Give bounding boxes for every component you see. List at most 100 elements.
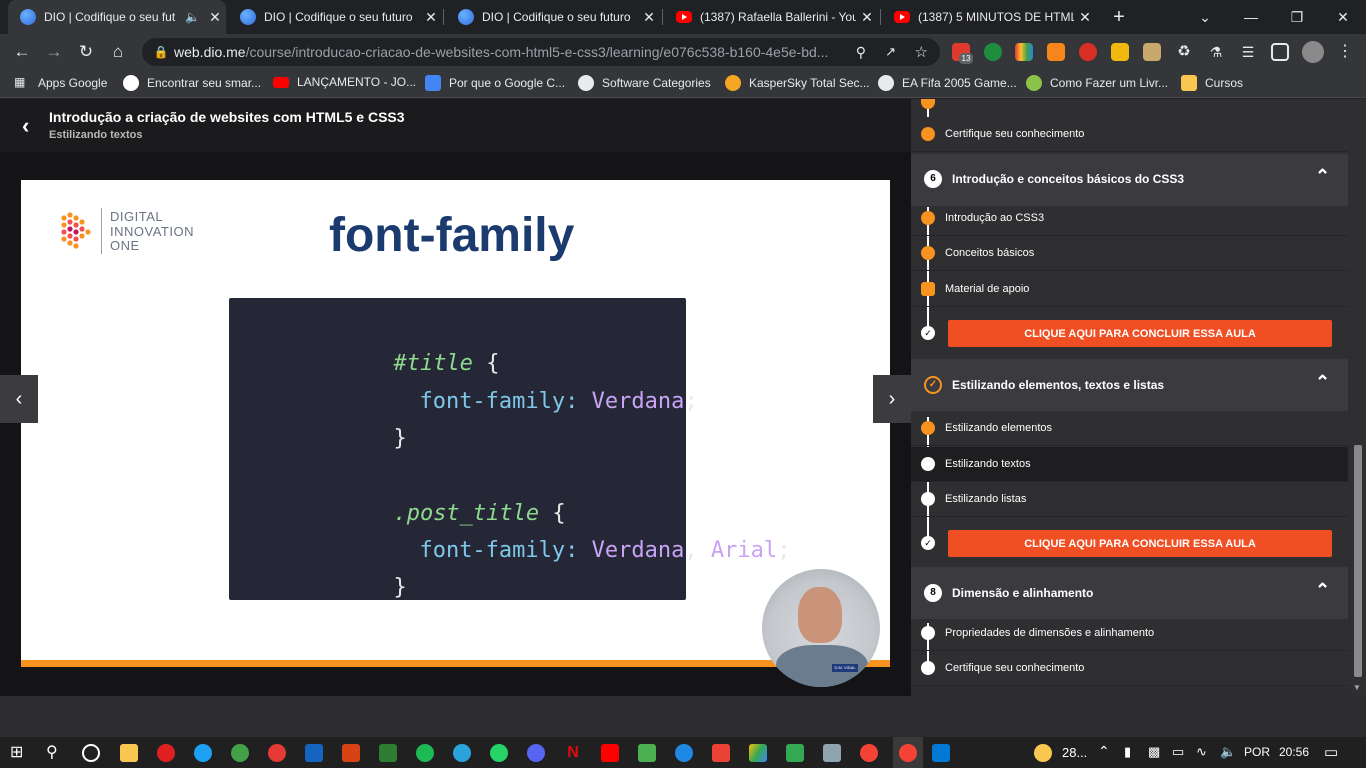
bookmark-apps-google[interactable]: ▦ Apps Google bbox=[14, 75, 107, 91]
word-icon[interactable] bbox=[305, 744, 323, 762]
weather-icon[interactable] bbox=[1034, 744, 1052, 762]
telegram-icon[interactable] bbox=[453, 744, 471, 762]
media-control-icon[interactable]: ☰ bbox=[1239, 43, 1257, 61]
extension-yellow-icon[interactable] bbox=[1111, 43, 1129, 61]
list-item-dimensoes[interactable]: Propriedades de dimensões e alinhamento bbox=[911, 616, 1348, 651]
video-player[interactable]: DIGITAL INNOVATION ONE font-family #titl… bbox=[0, 152, 911, 696]
new-tab-button[interactable]: + bbox=[1105, 0, 1133, 34]
youtube-icon[interactable] bbox=[601, 744, 619, 762]
spotify-icon[interactable] bbox=[416, 744, 434, 762]
app-maps-icon[interactable] bbox=[786, 744, 804, 762]
extension-colorgrid-icon[interactable] bbox=[1015, 43, 1033, 61]
scrollbar-thumb[interactable] bbox=[1354, 445, 1362, 677]
weather-temp[interactable]: 28... bbox=[1062, 745, 1087, 760]
app-blue-icon[interactable] bbox=[675, 744, 693, 762]
bookmark-por-que[interactable]: Por que o Google C... bbox=[425, 75, 565, 91]
tab-youtube-1[interactable]: (1387) Rafaella Ballerini - You ✕ bbox=[664, 0, 878, 34]
notifications-icon[interactable]: ▭ bbox=[1324, 743, 1338, 761]
bookmark-star-icon[interactable]: ☆ bbox=[915, 43, 928, 61]
tab-search-icon[interactable]: ⌄ bbox=[1182, 0, 1228, 34]
volume-icon[interactable]: 🔈 bbox=[1220, 744, 1236, 760]
bookmark-livro[interactable]: Como Fazer um Livr... bbox=[1026, 75, 1168, 91]
scrollbar[interactable]: ▼ bbox=[1350, 99, 1366, 696]
bookmark-lancamento[interactable]: LANÇAMENTO - JO... bbox=[273, 75, 416, 89]
extension-tan-icon[interactable] bbox=[1143, 43, 1161, 61]
list-item-material[interactable]: Material de apoio bbox=[911, 272, 1348, 307]
gmail-icon[interactable] bbox=[712, 744, 730, 762]
flask-icon[interactable]: ⚗ bbox=[1207, 43, 1225, 61]
google-drive-icon[interactable] bbox=[749, 744, 767, 762]
lock-icon[interactable]: 🔒 bbox=[148, 45, 174, 59]
back-arrow-icon[interactable]: ← bbox=[8, 38, 36, 66]
bookmark-kaspersky[interactable]: KasperSky Total Sec... bbox=[725, 75, 870, 91]
file-explorer-icon[interactable] bbox=[120, 744, 138, 762]
close-tab-icon[interactable]: ✕ bbox=[420, 9, 442, 26]
kebab-menu-icon[interactable]: ⋮ bbox=[1336, 43, 1354, 61]
metamask-icon[interactable] bbox=[1047, 43, 1065, 61]
list-item-quiz-8[interactable]: Certifique seu conhecimento bbox=[911, 651, 1348, 686]
vscode-icon[interactable] bbox=[932, 744, 950, 762]
close-tab-icon[interactable]: ✕ bbox=[856, 9, 878, 26]
tray-icon[interactable]: ▩ bbox=[1148, 744, 1160, 760]
chrome-icon[interactable] bbox=[860, 744, 878, 762]
list-item-textos-current[interactable]: Estilizando textos bbox=[911, 447, 1348, 482]
complete-lesson-button[interactable]: CLIQUE AQUI PARA CONCLUIR ESSA AULA bbox=[948, 530, 1332, 557]
close-tab-icon[interactable]: ✕ bbox=[638, 9, 660, 26]
edge-icon[interactable] bbox=[194, 744, 212, 762]
list-item-quiz[interactable]: Certifique seu conhecimento bbox=[911, 117, 1348, 152]
list-item-elementos[interactable]: Estilizando elementos bbox=[911, 411, 1348, 446]
bookmark-encontrar[interactable]: Encontrar seu smar... bbox=[123, 75, 261, 91]
section-header-6[interactable]: 6 Introdução e conceitos básicos do CSS3… bbox=[911, 154, 1348, 206]
section-header-8[interactable]: 8 Dimensão e alinhamento ⌃ bbox=[911, 567, 1348, 619]
extension-red-icon[interactable] bbox=[1079, 43, 1097, 61]
close-tab-icon[interactable]: ✕ bbox=[1074, 9, 1096, 26]
tab-dio-active[interactable]: DIO | Codifique o seu fut 🔈 ✕ bbox=[8, 0, 226, 34]
chevron-up-icon[interactable]: ⌃ bbox=[1315, 166, 1330, 187]
excel-icon[interactable] bbox=[379, 744, 397, 762]
app-gray-icon[interactable] bbox=[823, 744, 841, 762]
chevron-up-icon[interactable]: ⌃ bbox=[1098, 743, 1110, 760]
netflix-icon[interactable]: N bbox=[564, 744, 582, 762]
bookmark-software[interactable]: Software Categories bbox=[578, 75, 711, 91]
list-item-listas[interactable]: Estilizando listas bbox=[911, 482, 1348, 517]
tab-dio-3[interactable]: DIO | Codifique o seu futuro ✕ bbox=[446, 0, 660, 34]
scroll-down-icon[interactable]: ▼ bbox=[1353, 683, 1361, 692]
complete-lesson-button[interactable]: CLIQUE AQUI PARA CONCLUIR ESSA AULA bbox=[948, 320, 1332, 347]
wifi-icon[interactable]: ∿ bbox=[1196, 744, 1207, 760]
maximize-button[interactable]: ❐ bbox=[1274, 0, 1320, 34]
share-icon[interactable]: ↗ bbox=[885, 44, 896, 60]
torrent-icon[interactable] bbox=[231, 744, 249, 762]
tab-youtube-2[interactable]: (1387) 5 MINUTOS DE HTML ✕ bbox=[882, 0, 1096, 34]
clock-time[interactable]: 20:56 bbox=[1279, 745, 1309, 759]
discord-icon[interactable] bbox=[527, 744, 545, 762]
task-view-icon[interactable] bbox=[82, 744, 100, 762]
search-icon[interactable]: ⚲ bbox=[856, 44, 866, 61]
chevron-up-icon[interactable]: ⌃ bbox=[1315, 372, 1330, 393]
list-item-conceitos[interactable]: Conceitos básicos bbox=[911, 236, 1348, 271]
section-header-7[interactable]: ✓ Estilizando elementos, textos e listas… bbox=[911, 359, 1348, 411]
whatsapp-icon[interactable] bbox=[490, 744, 508, 762]
tray-icon[interactable]: ▮ bbox=[1124, 744, 1131, 760]
forward-arrow-icon[interactable]: → bbox=[40, 38, 68, 66]
search-icon[interactable]: ⚲ bbox=[46, 744, 64, 762]
battery-icon[interactable]: ▭ bbox=[1172, 744, 1184, 760]
opera-icon[interactable] bbox=[157, 744, 175, 762]
extension-dollar-icon[interactable] bbox=[984, 43, 1002, 61]
address-bar[interactable]: 🔒 web.dio.me /course/introducao-criacao-… bbox=[142, 38, 940, 66]
tab-dio-2[interactable]: DIO | Codifique o seu futuro ✕ bbox=[228, 0, 442, 34]
speaker-icon[interactable]: 🔈 bbox=[185, 10, 200, 24]
bookmark-fifa[interactable]: EA Fifa 2005 Game... bbox=[878, 75, 1017, 91]
minimize-button[interactable]: — bbox=[1228, 0, 1274, 34]
app-green-icon[interactable] bbox=[638, 744, 656, 762]
reload-icon[interactable]: ↻ bbox=[72, 38, 100, 66]
app-red-icon[interactable] bbox=[268, 744, 286, 762]
windows-start-icon[interactable]: ⊞ bbox=[10, 744, 28, 762]
bookmark-cursos[interactable]: Cursos bbox=[1181, 75, 1243, 91]
puzzle-icon[interactable]: ♻ bbox=[1175, 43, 1193, 61]
home-icon[interactable]: ⌂ bbox=[104, 38, 132, 66]
side-panel-icon[interactable] bbox=[1271, 43, 1289, 61]
chevron-up-icon[interactable]: ⌃ bbox=[1315, 580, 1330, 601]
avatar[interactable] bbox=[1302, 41, 1324, 63]
powerpoint-icon[interactable] bbox=[342, 744, 360, 762]
previous-slide-button[interactable]: ‹ bbox=[0, 375, 38, 423]
